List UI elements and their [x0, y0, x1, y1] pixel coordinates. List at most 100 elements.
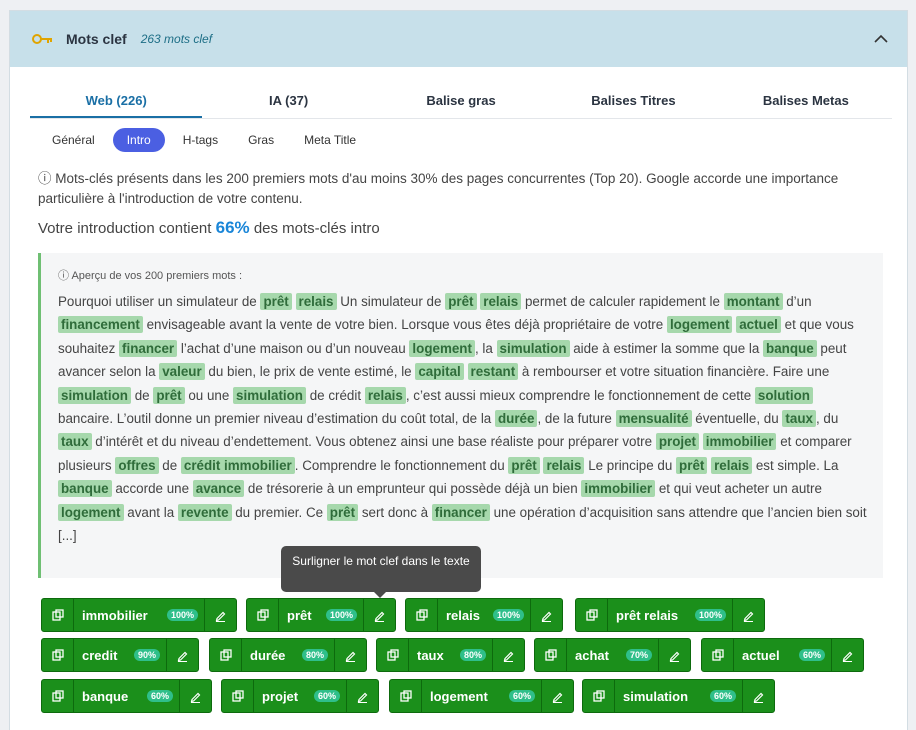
- edit-icon[interactable]: [166, 639, 198, 671]
- highlighted-keyword: relais: [295, 293, 337, 310]
- highlighted-keyword: financer: [431, 503, 490, 521]
- keyword-chip[interactable]: projet 60%: [221, 679, 379, 713]
- copy-icon[interactable]: [702, 639, 734, 671]
- highlighted-keyword: logement: [58, 503, 124, 521]
- highlighted-keyword: capital: [415, 363, 464, 381]
- tab-ia[interactable]: IA (37): [202, 87, 374, 118]
- keyword-chip[interactable]: achat 70%: [534, 638, 691, 672]
- highlighted-keyword: financement: [58, 316, 143, 334]
- chip-percentage: 70%: [625, 649, 652, 661]
- chip-percentage: 60%: [146, 690, 173, 702]
- excerpt-segment: Le principe du: [584, 457, 677, 473]
- excerpt-segment: permet de calculer rapidement le: [521, 294, 724, 309]
- highlighted-keyword: simulation: [58, 386, 131, 404]
- chip-percentage: 60%: [508, 690, 535, 702]
- copy-icon[interactable]: [535, 639, 567, 671]
- chip-label: durée: [250, 647, 286, 663]
- subtab-meta-title[interactable]: Meta Title: [292, 128, 368, 152]
- highlighted-keyword: relais: [364, 386, 406, 404]
- keyword-chip[interactable]: taux 80%: [376, 638, 525, 672]
- keyword-chip[interactable]: actuel 60%: [701, 638, 864, 672]
- edit-icon[interactable]: [541, 680, 573, 712]
- copy-icon[interactable]: [222, 680, 254, 712]
- highlighted-keyword: immobilier: [702, 433, 777, 451]
- tab-balise-gras[interactable]: Balise gras: [375, 87, 547, 118]
- excerpt-segment: Un simulateur de: [336, 294, 446, 309]
- keyword-chip[interactable]: credit 90%: [41, 638, 199, 672]
- edit-icon[interactable]: [363, 599, 395, 631]
- excerpt-segment: accorde une: [111, 481, 193, 497]
- highlighted-keyword: logement: [666, 316, 733, 334]
- copy-icon[interactable]: [406, 599, 438, 631]
- highlighted-keyword: relais: [543, 456, 585, 474]
- excerpt-segment: sert donc à: [358, 504, 432, 520]
- copy-icon[interactable]: [42, 599, 74, 631]
- chip-percentage: 80%: [301, 649, 328, 661]
- keyword-chip[interactable]: relais 100%: [405, 598, 563, 632]
- excerpt-segment: à rembourser et votre situation financiè…: [518, 364, 830, 380]
- edit-icon[interactable]: [334, 639, 366, 671]
- highlighted-keyword: banque: [58, 480, 112, 498]
- highlighted-keyword: taux: [782, 410, 816, 428]
- edit-icon[interactable]: [658, 639, 690, 671]
- highlighted-keyword: restant: [467, 363, 519, 381]
- keyword-chip[interactable]: logement 60%: [389, 679, 574, 713]
- copy-icon[interactable]: [42, 639, 74, 671]
- sub-tabs: Général Intro H-tags Gras Meta Title: [40, 128, 374, 152]
- excerpt-segment: du premier. Ce: [231, 504, 327, 520]
- chip-label: logement: [430, 688, 488, 704]
- highlighted-keyword: avance: [192, 480, 245, 498]
- tab-web[interactable]: Web (226): [30, 87, 203, 118]
- edit-icon[interactable]: [179, 680, 211, 712]
- subtab-h-tags[interactable]: H-tags: [171, 128, 230, 152]
- excerpt-segment: est simple. La: [752, 457, 839, 473]
- tab-balises-metas[interactable]: Balises Metas: [720, 87, 892, 118]
- chip-label: prêt: [287, 607, 312, 623]
- excerpt-segment: l’achat d’une maison ou d’un nouveau: [177, 340, 410, 356]
- keyword-chip[interactable]: simulation 60%: [582, 679, 775, 713]
- panel-header[interactable]: Mots clef 263 mots clef: [10, 11, 907, 67]
- excerpt-segment: du bien, le prix de vente estimé, le: [204, 364, 416, 380]
- tab-balises-titres[interactable]: Balises Titres: [547, 87, 719, 118]
- subtab-gras[interactable]: Gras: [236, 128, 286, 152]
- keyword-chip[interactable]: banque 60%: [41, 679, 212, 713]
- highlighted-keyword: revente: [177, 503, 232, 521]
- highlighted-keyword: logement: [409, 339, 475, 357]
- keyword-chip[interactable]: immobilier 100%: [41, 598, 237, 632]
- edit-icon[interactable]: [742, 680, 774, 712]
- keyword-chip[interactable]: prêt 100%: [246, 598, 396, 632]
- edit-icon[interactable]: [530, 599, 562, 631]
- edit-icon[interactable]: [346, 680, 378, 712]
- copy-icon[interactable]: [210, 639, 242, 671]
- keyword-chip[interactable]: prêt relais 100%: [575, 598, 765, 632]
- highlighted-keyword: montant: [723, 293, 783, 310]
- copy-icon[interactable]: [377, 639, 409, 671]
- copy-icon[interactable]: [42, 680, 74, 712]
- edit-icon[interactable]: [732, 599, 764, 631]
- subtab-intro[interactable]: Intro: [112, 128, 165, 152]
- chevron-up-icon[interactable]: [873, 31, 889, 47]
- edit-icon[interactable]: [492, 639, 524, 671]
- copy-icon[interactable]: [247, 599, 279, 631]
- keyword-count: 263 mots clef: [140, 32, 213, 46]
- copy-icon[interactable]: [390, 680, 422, 712]
- excerpt-segment: [292, 294, 296, 309]
- chip-percentage: 100%: [166, 609, 198, 621]
- excerpt-text: Pourquoi utiliser un simulateur de prêt …: [58, 290, 867, 547]
- copy-icon[interactable]: [576, 599, 608, 631]
- keyword-chip[interactable]: durée 80%: [209, 638, 367, 672]
- excerpt-segment: de crédit: [306, 387, 365, 403]
- subtab-general[interactable]: Général: [40, 128, 107, 152]
- excerpt-segment: d’intérêt et du niveau d’endettement. Vo…: [91, 434, 656, 450]
- highlighted-keyword: prêt: [445, 293, 477, 310]
- summary-percentage: 66%: [215, 218, 250, 237]
- edit-icon[interactable]: [204, 599, 236, 631]
- highlighted-keyword: actuel: [736, 316, 781, 334]
- chip-label: simulation: [623, 688, 689, 704]
- chip-percentage: 100%: [694, 609, 726, 621]
- chip-label: credit: [82, 647, 118, 663]
- highlighted-keyword: relais: [480, 293, 522, 310]
- excerpt-segment: envisageable avant la vente de votre bie…: [142, 317, 667, 333]
- copy-icon[interactable]: [583, 680, 615, 712]
- edit-icon[interactable]: [831, 639, 863, 671]
